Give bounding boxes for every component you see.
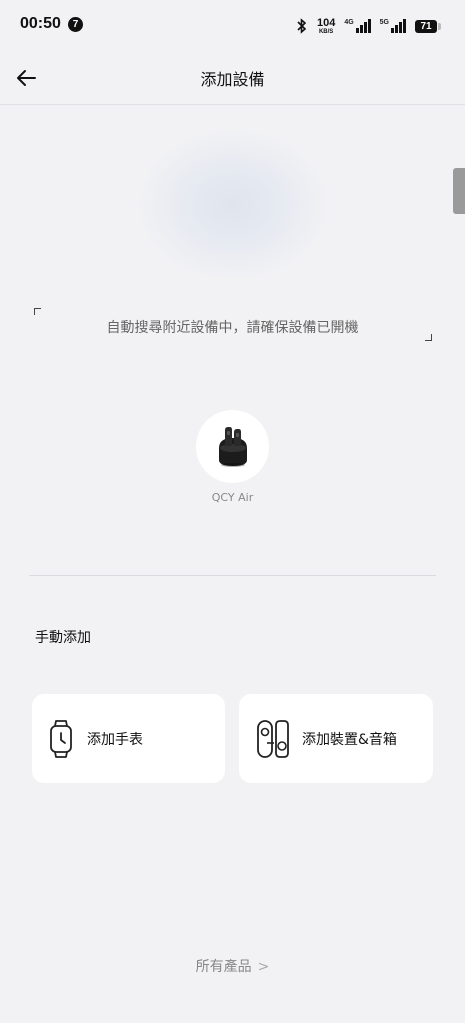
all-products-link[interactable]: 所有產品 >	[0, 956, 465, 976]
nav-bar: 添加設備	[0, 52, 465, 105]
page-title: 添加設備	[200, 70, 265, 89]
earbuds-case-icon	[218, 426, 247, 467]
chevron-right-icon: >	[257, 959, 270, 975]
manual-add-title: 手動添加	[35, 630, 91, 646]
earbuds-speaker-icon	[257, 719, 289, 758]
watch-icon	[50, 719, 72, 758]
corner-bracket-bottom-right	[425, 334, 432, 341]
found-device[interactable]	[196, 410, 269, 483]
notification-badge: 7	[68, 17, 83, 32]
status-bar: 00:50 7 104 KB/S 4G 5G 71	[0, 0, 465, 52]
scan-radar	[138, 130, 328, 280]
add-device-speaker-label: 添加裝置&音箱	[302, 731, 397, 748]
battery-icon: 71	[415, 19, 441, 33]
corner-bracket-top-left	[34, 308, 41, 315]
add-device-speaker-button[interactable]: 添加裝置&音箱	[239, 694, 433, 783]
scan-status-text: 自動搜尋附近設備中，請確保設備已開機	[106, 320, 359, 336]
add-watch-button[interactable]: 添加手表	[32, 694, 225, 783]
device-name: QCY Air	[211, 491, 254, 504]
divider	[29, 575, 436, 576]
net-speed: 104 KB/S	[316, 16, 336, 35]
bluetooth-icon	[297, 18, 307, 34]
signal-label-2: 5G	[379, 19, 389, 26]
add-watch-label: 添加手表	[87, 731, 143, 748]
status-time: 00:50	[20, 15, 61, 32]
scroll-handle[interactable]	[453, 168, 465, 214]
signal-label-1: 4G	[344, 19, 354, 26]
net-speed-unit: KB/S	[318, 28, 334, 35]
net-speed-value: 104	[316, 16, 336, 29]
all-products-label: 所有產品	[195, 959, 252, 975]
signal-icon-1: 4G	[344, 19, 371, 33]
status-icons: 104 KB/S 4G 5G 71	[296, 16, 441, 36]
signal-icon-2: 5G	[380, 19, 406, 33]
